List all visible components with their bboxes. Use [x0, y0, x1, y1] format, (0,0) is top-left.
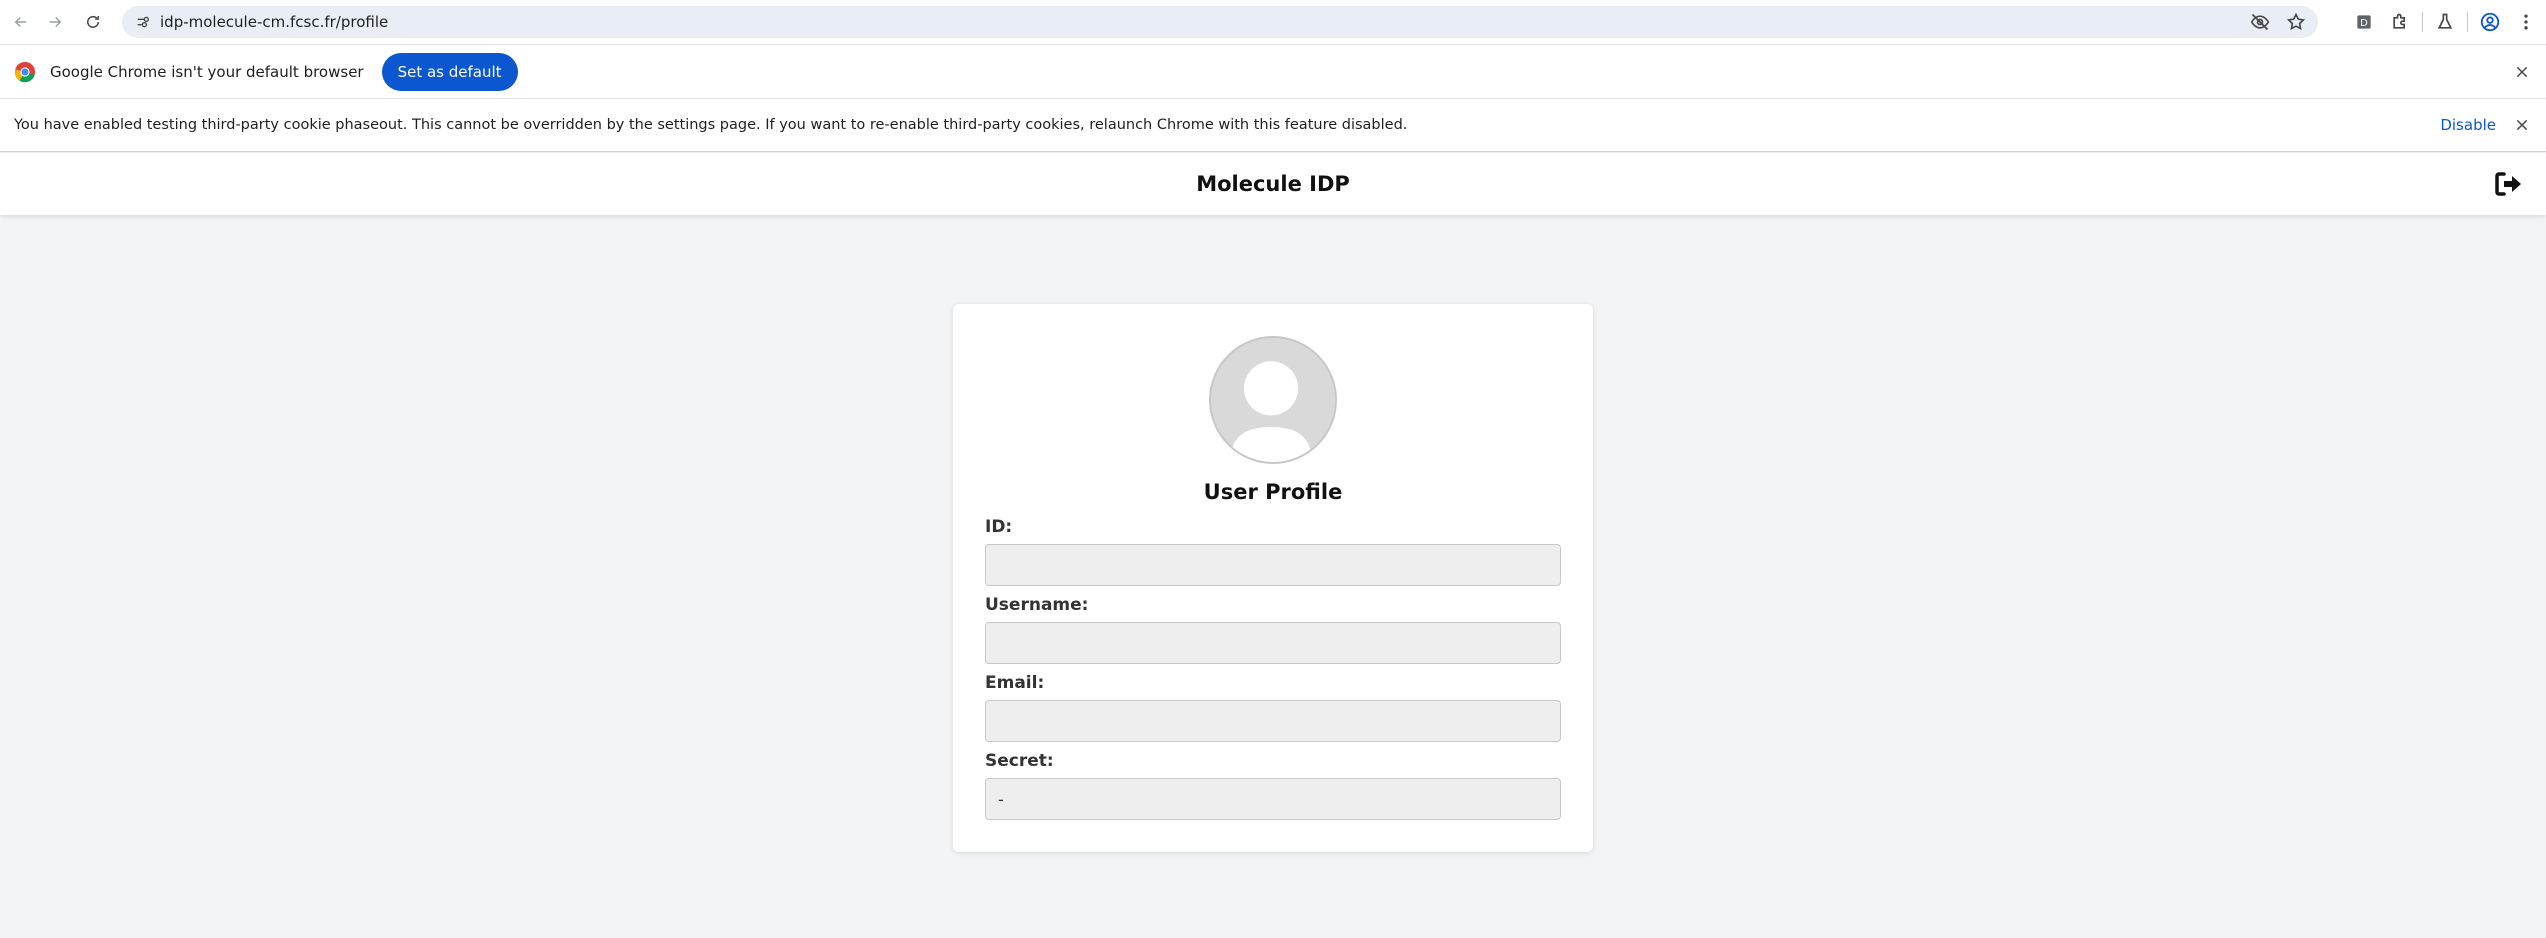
toolbar-divider [2422, 12, 2423, 32]
puzzle-icon[interactable] [2386, 8, 2414, 36]
close-icon[interactable] [2512, 62, 2532, 82]
reload-icon[interactable] [78, 7, 108, 37]
user-avatar-icon [1230, 361, 1312, 462]
disable-link[interactable]: Disable [2440, 116, 2496, 134]
toolbar-divider [2467, 12, 2468, 32]
profile-title: User Profile [1203, 480, 1343, 504]
address-bar[interactable]: idp-molecule-cm.fcsc.fr/profile [122, 6, 2318, 38]
set-as-default-button[interactable]: Set as default [381, 52, 518, 91]
back-icon[interactable] [6, 7, 36, 37]
eye-off-icon[interactable] [2248, 10, 2272, 34]
chrome-logo-icon [14, 61, 36, 82]
site-settings-icon[interactable] [132, 11, 154, 33]
email-label: Email: [985, 673, 1045, 693]
sign-out-icon[interactable] [2492, 168, 2524, 200]
default-browser-infobar: Google Chrome isn't your default browser… [0, 44, 2546, 98]
default-browser-message: Google Chrome isn't your default browser [50, 62, 364, 81]
flask-icon[interactable] [2431, 8, 2459, 36]
browser-toolbar: idp-molecule-cm.fcsc.fr/profile D [0, 0, 2546, 44]
cookie-phaseout-infobar: You have enabled testing third-party coo… [0, 98, 2546, 152]
profile-icon[interactable] [2476, 8, 2504, 36]
svg-text:D: D [2360, 18, 2368, 29]
id-field[interactable] [985, 544, 1561, 586]
cookie-phaseout-message: You have enabled testing third-party coo… [14, 117, 1408, 133]
id-label: ID: [985, 517, 1013, 537]
star-icon[interactable] [2284, 10, 2308, 34]
app-title: Molecule IDP [1196, 172, 1350, 196]
secret-label: Secret: [985, 751, 1054, 771]
forward-icon[interactable] [40, 7, 70, 37]
extension-d-icon[interactable]: D [2350, 8, 2378, 36]
menu-dots-icon[interactable] [2512, 8, 2540, 36]
username-field[interactable] [985, 622, 1561, 664]
username-label: Username: [985, 595, 1089, 615]
url-text[interactable]: idp-molecule-cm.fcsc.fr/profile [160, 13, 388, 31]
avatar [1209, 336, 1337, 464]
close-icon[interactable] [2512, 115, 2532, 135]
email-field[interactable] [985, 700, 1561, 742]
profile-card: User Profile ID: Username: Email: Secret… [953, 304, 1593, 852]
secret-field[interactable] [985, 778, 1561, 820]
app-header: Molecule IDP [0, 153, 2546, 215]
